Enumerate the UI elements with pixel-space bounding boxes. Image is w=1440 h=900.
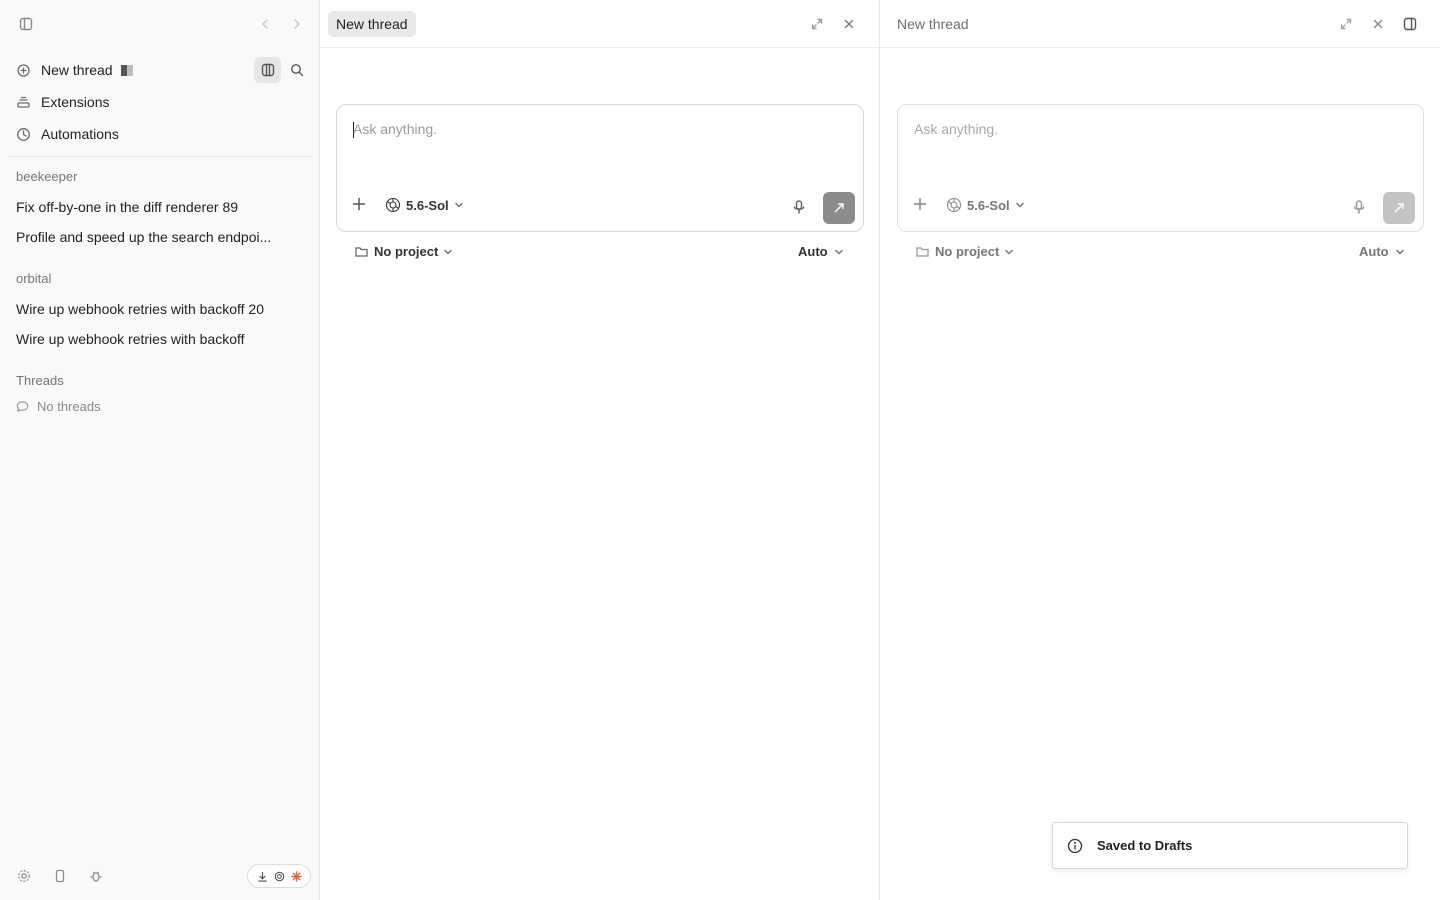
split-view-icon[interactable] (254, 57, 281, 83)
openai-logo-icon (946, 197, 962, 213)
sidebar-footer (12, 864, 108, 888)
group-label-threads: Threads (16, 373, 64, 388)
chevron-down-icon (444, 249, 453, 254)
add-attachment-icon[interactable] (912, 196, 932, 216)
model-selector-label: 5.6-Sol (967, 197, 1010, 213)
chevron-down-icon (834, 249, 843, 254)
sidebar-toggle-icon[interactable] (14, 12, 38, 36)
toast-text: Saved to Drafts (1097, 838, 1193, 853)
thread-item[interactable]: Wire up webhook retries with backoff 20 (8, 294, 312, 324)
sidebar-item-extensions[interactable]: Extensions (8, 87, 312, 117)
search-icon[interactable] (285, 58, 309, 82)
microphone-icon[interactable] (791, 199, 809, 217)
sidebar-item-label: New thread (41, 62, 113, 78)
group-label-orbital: orbital (16, 271, 52, 286)
sidebar-divider (8, 156, 312, 157)
info-icon (1067, 838, 1083, 853)
thread-item[interactable]: Wire up webhook retries with backoff (8, 324, 312, 354)
empty-threads: No threads (16, 399, 101, 414)
download-icon (257, 871, 267, 882)
mode-selector-label: Auto (798, 244, 828, 259)
thread-item[interactable]: Profile and speed up the search endpoi..… (8, 222, 312, 252)
mode-selector[interactable]: Auto (1359, 244, 1405, 259)
pane-header: New thread (320, 0, 879, 48)
project-selector-label: No project (374, 244, 439, 259)
new-thread-icon (17, 63, 30, 77)
mode-selector-label: Auto (1359, 244, 1389, 259)
project-selector-label: No project (935, 244, 1000, 259)
composer-input[interactable]: Ask anything. (914, 121, 998, 137)
settings-icon[interactable] (12, 864, 36, 888)
add-attachment-icon[interactable] (351, 196, 371, 216)
pane-header: New thread (881, 0, 1440, 48)
send-button[interactable] (823, 192, 855, 224)
model-selector-label: 5.6-Sol (406, 197, 449, 213)
composer-input[interactable]: Ask anything. (353, 121, 437, 137)
tab-new-thread[interactable]: New thread (328, 11, 416, 37)
extensions-icon (17, 96, 30, 108)
chevron-down-icon (1395, 249, 1404, 254)
sidebar-right-icon[interactable] (1398, 12, 1422, 36)
project-selector[interactable]: No project (915, 244, 1014, 259)
sidebar-item-label: Automations (41, 126, 119, 142)
empty-threads-label: No threads (37, 399, 101, 414)
expand-icon[interactable] (805, 12, 829, 36)
microphone-icon[interactable] (1351, 199, 1369, 217)
model-selector[interactable]: 5.6-Sol (946, 197, 1025, 213)
thread-item[interactable]: Fix off-by-one in the diff renderer 89 (8, 192, 312, 222)
clock-icon (17, 127, 30, 141)
folder-icon (355, 247, 368, 257)
chat-bubble-icon (16, 401, 29, 413)
toast-notification[interactable]: Saved to Drafts (1052, 822, 1408, 869)
close-icon[interactable] (1366, 12, 1390, 36)
openai-logo-icon (274, 871, 284, 881)
forward-arrow-icon[interactable] (285, 12, 309, 36)
chevron-down-icon (454, 202, 463, 208)
group-label-beekeeper: beekeeper (16, 169, 78, 184)
mobile-device-icon[interactable] (48, 864, 72, 888)
chevron-down-icon (1005, 249, 1014, 254)
sparkle-icon (290, 870, 302, 882)
mode-selector[interactable]: Auto (798, 244, 844, 259)
project-selector[interactable]: No project (354, 244, 453, 259)
status-pill[interactable] (247, 864, 311, 888)
close-icon[interactable] (837, 12, 861, 36)
thread-pane-right: New thread Ask anything. 5.6-Sol No proj… (881, 0, 1440, 900)
tab-new-thread[interactable]: New thread (889, 11, 977, 37)
back-arrow-icon[interactable] (253, 12, 277, 36)
thread-pane-left: New thread Ask anything. 5.6-Sol No proj… (320, 0, 880, 900)
send-button[interactable] (1383, 192, 1415, 224)
send-arrow-icon (834, 203, 844, 213)
expand-icon[interactable] (1334, 12, 1358, 36)
sidebar-item-automations[interactable]: Automations (8, 119, 312, 149)
openai-logo-icon (385, 197, 401, 213)
sidebar-item-label: Extensions (41, 94, 110, 110)
chevron-down-icon (1015, 202, 1024, 208)
composer: Ask anything. 5.6-Sol (336, 104, 864, 232)
bug-icon[interactable] (84, 864, 108, 888)
model-selector[interactable]: 5.6-Sol (385, 197, 464, 213)
composer: Ask anything. 5.6-Sol (897, 104, 1424, 232)
layout-split-icon (120, 64, 133, 76)
sidebar: New thread Extensions Automations beekee… (0, 0, 320, 900)
folder-icon (916, 247, 929, 257)
send-arrow-icon (1394, 203, 1404, 213)
